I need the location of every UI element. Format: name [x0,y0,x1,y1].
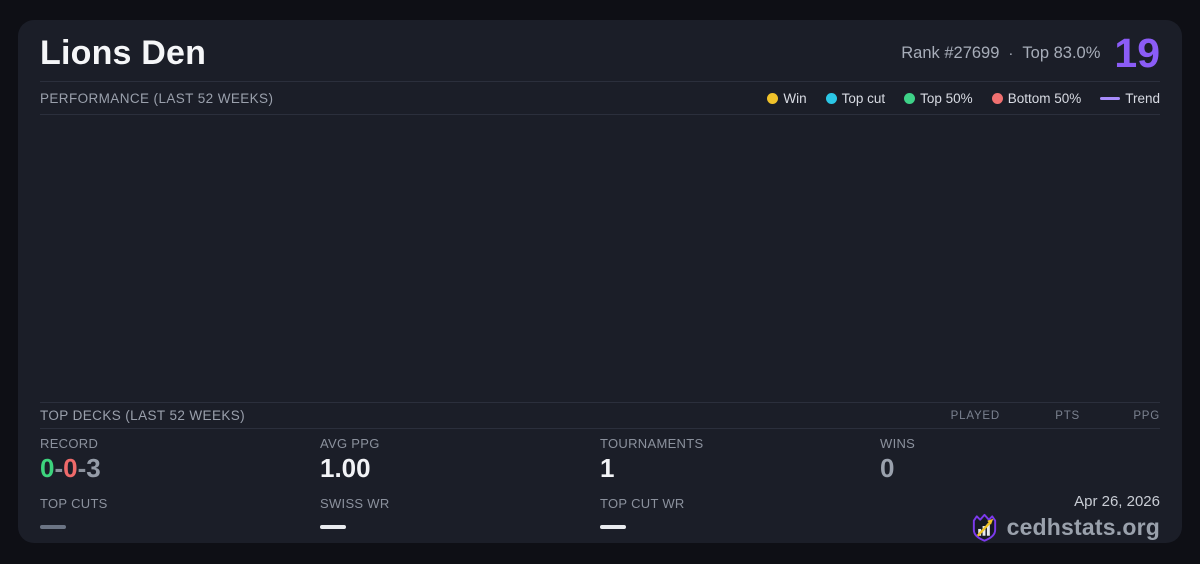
top-cuts-label: TOP CUTS [40,496,320,511]
page-title: Lions Den [40,28,206,73]
performance-chart [40,115,1160,403]
performance-header-row: PERFORMANCE (LAST 52 WEEKS) Win Top cut To… [40,82,1160,115]
column-header-pts: PTS [1000,410,1080,422]
record-value: 0-0-3 [40,454,320,483]
avg-ppg-value: 1.00 [320,454,600,483]
swiss-wr-label: SWISS WR [320,496,600,511]
legend-item-top-cut: Top cut [826,91,886,106]
wins-label: WINS [880,436,1160,451]
top-decks-header-row: TOP DECKS (LAST 52 WEEKS) PLAYEDPTSPPG [40,403,1160,429]
top-cut-wr-value [600,525,626,529]
footer: Apr 26, 2026 cedhstats.org [880,489,1160,539]
top-decks-section-label: TOP DECKS (LAST 52 WEEKS) [40,408,245,423]
legend-item-win: Win [767,91,806,106]
legend-line-marker [1100,97,1120,100]
performance-section-label: PERFORMANCE (LAST 52 WEEKS) [40,91,273,106]
rank-number: Rank #27699 [901,44,999,63]
stat-record: RECORD 0-0-3 [40,429,320,489]
chart-legend: Win Top cut Top 50% Bottom 50% Trend [767,91,1160,106]
top-cut-wr-label: TOP CUT WR [600,496,880,511]
brand: cedhstats.org [969,512,1160,543]
stats-grid: RECORD 0-0-3 AVG PPG 1.00 TOURNAMENTS 1 … [40,429,1160,539]
legend-dot-marker [767,93,778,104]
legend-item-top-50-: Top 50% [904,91,973,106]
legend-item-bottom-50-: Bottom 50% [992,91,1082,106]
swiss-wr-value [320,525,346,529]
card-header: Lions Den Rank #27699 · Top 83.0% 19 [40,20,1160,82]
rank-summary: Rank #27699 · Top 83.0% 19 [901,27,1160,74]
legend-dot-marker [904,93,915,104]
date-label: Apr 26, 2026 [1074,493,1160,510]
top-cuts-value [40,525,66,529]
tournaments-value: 1 [600,454,880,483]
column-header-ppg: PPG [1080,410,1160,422]
brand-text: cedhstats.org [1007,514,1160,541]
stat-top-cuts: TOP CUTS [40,489,320,539]
wins-value: 0 [880,454,1160,483]
column-header-played: PLAYED [920,410,1000,422]
stat-avg-ppg: AVG PPG 1.00 [320,429,600,489]
tournaments-label: TOURNAMENTS [600,436,880,451]
cedhstats-logo-icon [969,512,1000,543]
legend-item-trend: Trend [1100,91,1160,106]
avg-ppg-label: AVG PPG [320,436,600,451]
stat-top-cut-wr: TOP CUT WR [600,489,880,539]
stat-wins: WINS 0 [880,429,1160,489]
legend-dot-marker [826,93,837,104]
top-percent: Top 83.0% [1022,44,1100,63]
record-label: RECORD [40,436,320,451]
stat-swiss-wr: SWISS WR [320,489,600,539]
rank-text: Rank #27699 · Top 83.0% [901,44,1100,63]
stats-card: Lions Den Rank #27699 · Top 83.0% 19 PER… [18,20,1182,543]
top-decks-columns: PLAYEDPTSPPG [920,410,1160,422]
legend-dot-marker [992,93,1003,104]
deck-count-number: 19 [1114,33,1160,74]
dot-separator: · [1008,45,1013,62]
stat-tournaments: TOURNAMENTS 1 [600,429,880,489]
